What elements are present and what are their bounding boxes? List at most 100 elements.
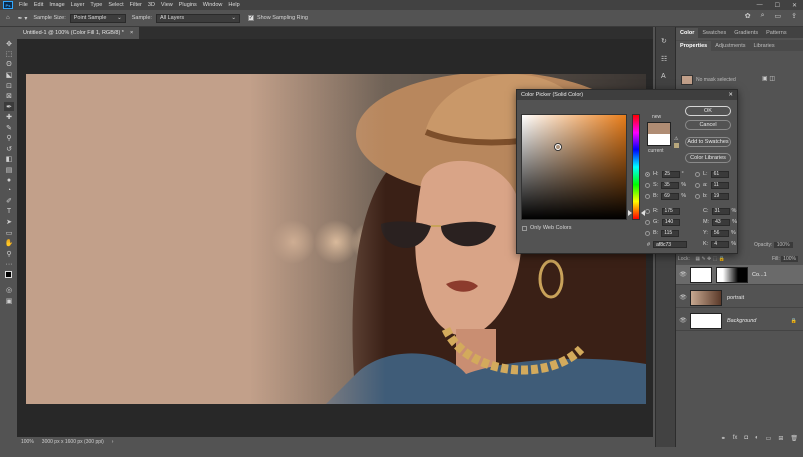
dialog-title-bar[interactable]: Color Picker (Solid Color) ✕ [517, 90, 737, 100]
hand-tool-icon[interactable]: ✋ [4, 239, 14, 248]
crop-tool-icon[interactable]: ⊡ [4, 81, 14, 90]
add-to-swatches-button[interactable]: Add to Swatches [685, 137, 731, 147]
brightness-input[interactable]: 69 [661, 192, 680, 200]
character-panel-icon[interactable]: A [661, 73, 670, 80]
brush-tool-icon[interactable]: ✎ [4, 123, 14, 132]
menu-view[interactable]: View [161, 2, 173, 8]
magenta-input[interactable]: 43 [712, 218, 731, 226]
ok-button[interactable]: OK [685, 106, 731, 116]
zoom-level[interactable]: 100% [21, 439, 34, 445]
lab-a-radio[interactable] [695, 182, 700, 188]
dodge-tool-icon[interactable]: ◔ [4, 186, 14, 195]
lasso-tool-icon[interactable]: ʘ [4, 60, 14, 69]
libraries-panel-icon[interactable]: ☷ [661, 55, 670, 63]
menu-plugins[interactable]: Plugins [179, 2, 197, 8]
move-tool-icon[interactable]: ✥ [4, 39, 14, 48]
sample-select[interactable]: All Layers ⌄ [155, 13, 240, 23]
add-mask-icon[interactable]: ◘ [744, 435, 748, 447]
menu-image[interactable]: Image [49, 2, 64, 8]
close-icon[interactable]: ✕ [792, 2, 797, 9]
web-safe-cube-icon[interactable] [674, 143, 679, 148]
clone-stamp-tool-icon[interactable]: ⚲ [4, 134, 14, 143]
path-selection-tool-icon[interactable]: ➤ [4, 218, 14, 227]
current-color-swatch[interactable] [647, 134, 671, 146]
delete-layer-icon[interactable]: 🗑 [790, 435, 798, 447]
foreground-background-colors[interactable] [4, 270, 15, 284]
show-sampling-ring-checkbox[interactable]: ✓ [247, 15, 254, 21]
new-layer-icon[interactable]: ⊞ [778, 435, 783, 447]
more-tools-icon[interactable]: ··· [4, 260, 14, 269]
hex-input[interactable]: af8c73 [653, 241, 688, 248]
layer-name[interactable]: Background [727, 318, 756, 324]
hue-radio[interactable] [645, 171, 650, 177]
menu-layer[interactable]: Layer [71, 2, 85, 8]
menu-edit[interactable]: Edit [34, 2, 43, 8]
minimize-icon[interactable]: — [757, 2, 763, 8]
gamut-warning-icon[interactable]: ⚠ [674, 136, 678, 142]
yellow-input[interactable]: 56 [710, 229, 729, 237]
blue-radio[interactable] [645, 230, 650, 236]
menu-file[interactable]: File [19, 2, 28, 8]
hue-slider[interactable] [632, 114, 640, 220]
close-icon[interactable]: ✕ [728, 92, 733, 98]
properties-color-swatch[interactable] [681, 75, 693, 85]
lock-icons[interactable]: ▦ ✎ ✥ ⬚ 🔒 [695, 256, 725, 262]
layer-row-portrait[interactable]: 👁 portrait [676, 288, 803, 308]
brightness-radio[interactable] [645, 193, 650, 199]
green-input[interactable]: 140 [661, 218, 680, 226]
frame-tool-icon[interactable]: ⊠ [4, 92, 14, 101]
eyedropper-tool-preset-icon[interactable]: ✒ ▾ [18, 15, 28, 22]
blur-tool-icon[interactable]: ● [4, 176, 14, 185]
layer-row-color-fill[interactable]: 👁 Co...1 [676, 265, 803, 285]
maximize-icon[interactable]: ☐ [775, 2, 780, 9]
saturation-radio[interactable] [645, 182, 650, 188]
opacity-value[interactable]: 100% [773, 242, 793, 248]
lab-a-input[interactable]: 11 [710, 181, 729, 189]
tab-patterns[interactable]: Patterns [762, 28, 790, 38]
new-group-icon[interactable]: ▭ [766, 435, 772, 447]
document-tab[interactable]: Untitled-1 @ 100% (Color Fill 1, RGB/8) … [17, 27, 140, 39]
menu-3d[interactable]: 3D [148, 2, 155, 8]
mask-icons[interactable]: ▣ ◫ [762, 75, 775, 82]
foreground-color-swatch[interactable] [5, 271, 12, 278]
fill-value[interactable]: 100% [781, 256, 798, 262]
tab-swatches[interactable]: Swatches [698, 28, 730, 38]
gradient-tool-icon[interactable]: ▤ [4, 165, 14, 174]
layer-name[interactable]: Co...1 [752, 272, 767, 278]
tab-adjustments[interactable]: Adjustments [711, 41, 749, 51]
tab-libraries[interactable]: Libraries [749, 41, 778, 51]
rectangle-tool-icon[interactable]: ▭ [4, 228, 14, 237]
healing-brush-tool-icon[interactable]: ✚ [4, 113, 14, 122]
eye-icon[interactable]: 👁 [676, 271, 690, 278]
color-libraries-button[interactable]: Color Libraries [685, 153, 731, 163]
blue-input[interactable]: 115 [661, 229, 680, 237]
menu-help[interactable]: Help [228, 2, 239, 8]
adjustment-layer-icon[interactable]: ◐ [755, 435, 759, 447]
layer-mask-thumbnail[interactable] [716, 266, 748, 283]
lock-icon[interactable]: 🔒 [791, 318, 797, 324]
hue-input[interactable]: 25 [661, 170, 680, 178]
pen-tool-icon[interactable]: ✐ [4, 197, 14, 206]
eye-icon[interactable]: 👁 [676, 317, 690, 324]
saturation-brightness-field[interactable] [521, 114, 627, 220]
layer-row-background[interactable]: 👁 Background 🔒 [676, 311, 803, 331]
fx-icon[interactable]: fx [733, 435, 738, 447]
lab-l-input[interactable]: 61 [710, 170, 729, 178]
screen-mode-icon[interactable]: ▣ [4, 296, 14, 305]
zoom-tool-icon[interactable]: ⚲ [4, 249, 14, 258]
quick-mask-icon[interactable]: ◎ [4, 286, 14, 295]
tab-properties[interactable]: Properties [676, 41, 712, 51]
eye-icon[interactable]: 👁 [676, 294, 690, 301]
marquee-tool-icon[interactable]: ⬚ [4, 50, 14, 59]
object-selection-tool-icon[interactable]: ⬕ [4, 71, 14, 80]
lab-l-radio[interactable] [695, 171, 700, 177]
sample-size-select[interactable]: Point Sample ⌄ [69, 13, 126, 23]
lab-b-radio[interactable] [695, 193, 700, 199]
black-input[interactable]: 4 [711, 240, 730, 248]
link-layers-icon[interactable]: ⚭ [721, 435, 726, 447]
eyedropper-tool-icon[interactable]: ✒ [4, 102, 14, 111]
cyan-input[interactable]: 31 [711, 207, 730, 215]
lab-b-input[interactable]: 19 [710, 192, 729, 200]
red-radio[interactable] [645, 208, 650, 214]
hue-slider-left-arrow-icon[interactable] [628, 209, 632, 216]
